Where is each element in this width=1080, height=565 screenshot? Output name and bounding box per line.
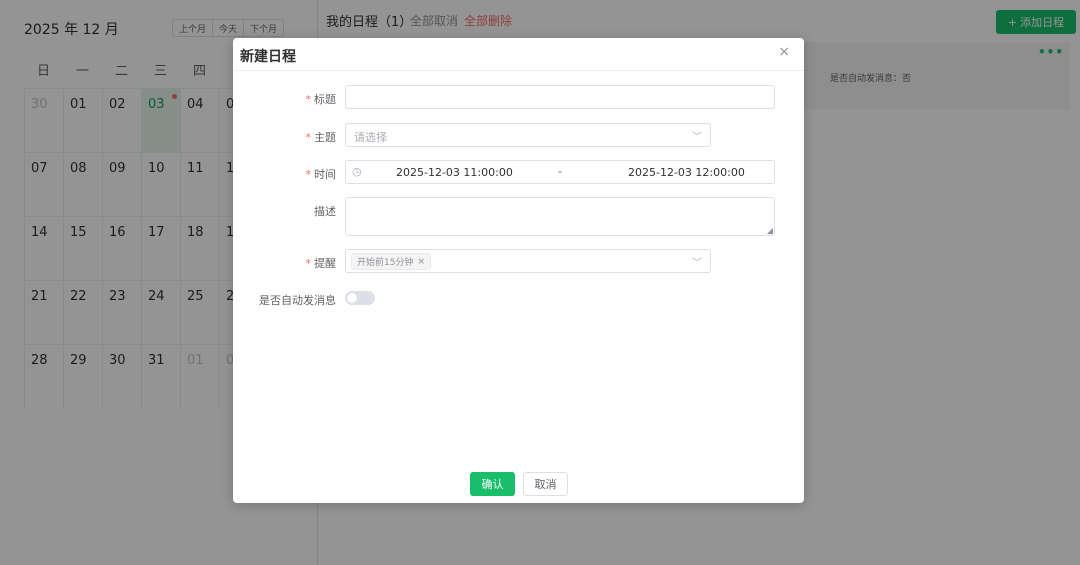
auto-message-label: 是否自动发消息 [259, 294, 336, 307]
required-mark: * [305, 93, 312, 106]
time-end[interactable]: 2025-12-03 12:00:00 [628, 166, 745, 179]
cancel-button[interactable]: 取消 [523, 472, 568, 496]
remind-label-text: 提醒 [314, 257, 336, 270]
topic-placeholder: 请选择 [354, 131, 387, 144]
title-input[interactable] [345, 85, 775, 109]
required-mark: * [305, 168, 312, 181]
clock-icon: ◷ [352, 165, 362, 178]
remind-tag-label: 开始前15分钟 [357, 258, 414, 268]
required-mark: * [305, 131, 312, 144]
title-label-text: 标题 [314, 93, 336, 106]
topic-select[interactable]: 请选择 ﹀ [345, 123, 711, 147]
auto-message-switch[interactable] [345, 291, 375, 305]
new-schedule-dialog: 新建日程 × * 标题 * 主题 请选择 ﹀ * 时间 ◷ 2025-12-03 11… [233, 38, 804, 503]
confirm-button[interactable]: 确认 [470, 472, 515, 496]
topic-label: * 主题 [306, 129, 337, 145]
switch-knob [347, 293, 357, 303]
title-label: * 标题 [306, 91, 337, 107]
time-range-picker[interactable]: ◷ 2025-12-03 11:00:00 - 2025-12-03 12:00… [345, 160, 775, 184]
close-icon[interactable]: × [778, 44, 790, 60]
chevron-down-icon: ﹀ [692, 132, 702, 143]
time-start[interactable]: 2025-12-03 11:00:00 [396, 166, 513, 179]
time-label: * 时间 [306, 166, 337, 182]
resize-handle-icon[interactable]: ◢ [767, 226, 773, 235]
chevron-down-icon: ﹀ [692, 258, 702, 269]
dialog-title: 新建日程 [240, 49, 296, 65]
description-textarea[interactable]: ◢ [345, 197, 775, 236]
time-label-text: 时间 [314, 168, 336, 181]
description-label: 描述 [314, 205, 336, 218]
tag-close-icon[interactable]: × [417, 257, 425, 267]
topic-label-text: 主题 [314, 131, 336, 144]
dialog-divider [233, 70, 804, 71]
time-separator: - [558, 165, 562, 178]
remind-select[interactable]: 开始前15分钟 × ﹀ [345, 249, 711, 273]
remind-label: * 提醒 [306, 255, 337, 271]
required-mark: * [305, 257, 312, 270]
remind-tag: 开始前15分钟 × [351, 253, 431, 270]
